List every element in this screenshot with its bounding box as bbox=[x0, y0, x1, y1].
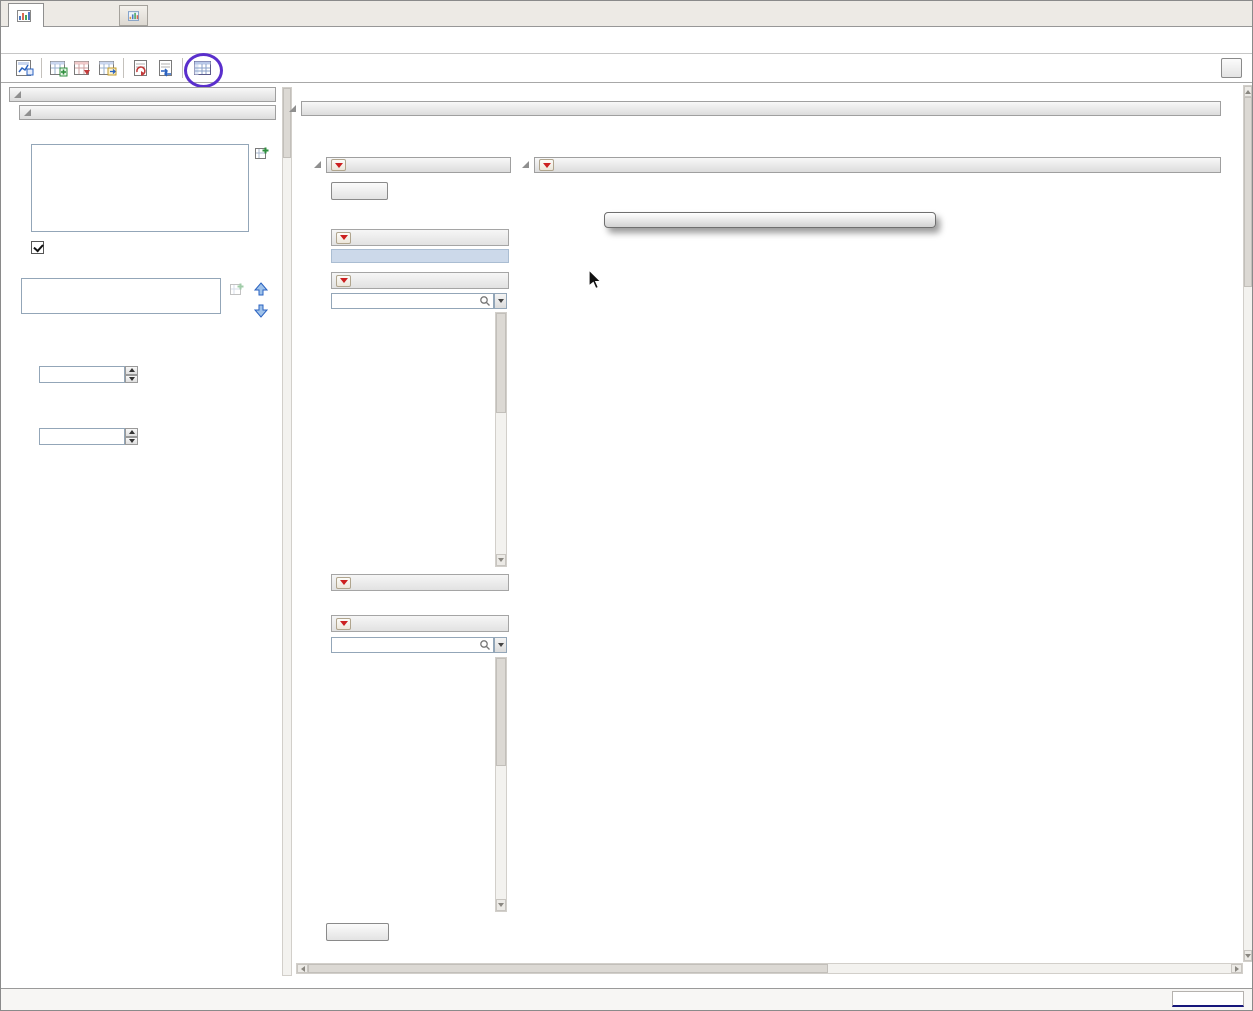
distribution-tab-icon bbox=[128, 10, 139, 22]
alpha-stepper bbox=[39, 428, 138, 445]
disclosure-icon[interactable] bbox=[314, 161, 321, 168]
findings-tests-listbox[interactable] bbox=[31, 144, 249, 232]
mouse-cursor bbox=[587, 269, 603, 291]
add-visit-icon[interactable] bbox=[228, 280, 246, 298]
red-triangle-menu-icon[interactable] bbox=[336, 232, 351, 244]
parameter-search-dropdown[interactable] bbox=[494, 637, 507, 653]
options-header[interactable] bbox=[9, 87, 276, 102]
parameter-list-scrollbar[interactable] bbox=[495, 657, 507, 912]
section-filter-header[interactable] bbox=[326, 157, 511, 173]
combine-tables-icon[interactable] bbox=[71, 57, 94, 79]
subjects-spinner[interactable] bbox=[125, 366, 138, 383]
alpha-input[interactable] bbox=[40, 429, 124, 444]
volcano-plot bbox=[531, 196, 1111, 684]
tab-strip bbox=[1, 1, 1252, 27]
site-filter-header[interactable] bbox=[331, 272, 509, 289]
disclosure-icon[interactable] bbox=[522, 161, 529, 168]
volcano-outline-header[interactable] bbox=[301, 101, 1221, 116]
search-icon bbox=[479, 639, 491, 651]
tab-screening-bias[interactable] bbox=[8, 3, 44, 27]
toolbar-separator bbox=[182, 58, 183, 78]
country-filter-header[interactable] bbox=[331, 229, 509, 246]
study-badge[interactable] bbox=[1172, 991, 1244, 1007]
export-table-icon[interactable] bbox=[96, 57, 119, 79]
parameter-filter-header[interactable] bbox=[331, 615, 509, 632]
visits-listbox[interactable] bbox=[21, 278, 221, 314]
volcano-plot-header[interactable] bbox=[534, 157, 1221, 173]
red-triangle-menu-icon[interactable] bbox=[336, 275, 351, 287]
disclosure-icon[interactable] bbox=[24, 109, 31, 116]
toolbar-separator bbox=[41, 58, 42, 78]
move-down-icon[interactable] bbox=[252, 302, 270, 320]
disclosure-icon[interactable] bbox=[14, 91, 21, 98]
consider-variables-row[interactable] bbox=[31, 241, 50, 254]
new-data-table-icon[interactable] bbox=[47, 57, 70, 79]
subjects-stepper bbox=[39, 366, 138, 383]
tab-distribution[interactable] bbox=[119, 5, 148, 26]
toolbar bbox=[1, 54, 1252, 83]
consider-variables-checkbox[interactable] bbox=[31, 241, 44, 254]
site-search-box bbox=[331, 293, 494, 309]
hover-tooltip bbox=[604, 212, 936, 228]
main-horizontal-scrollbar[interactable] bbox=[296, 963, 1243, 974]
red-triangle-menu-icon[interactable] bbox=[336, 577, 351, 589]
clear-button[interactable] bbox=[331, 182, 388, 200]
country-selected-value[interactable] bbox=[331, 249, 509, 263]
red-triangle-menu-icon[interactable] bbox=[331, 159, 346, 171]
visit-item[interactable] bbox=[22, 281, 220, 283]
and-button[interactable] bbox=[326, 923, 389, 941]
report-tab-icon bbox=[17, 10, 31, 22]
parameter-search-box bbox=[331, 637, 494, 653]
rerun-icon[interactable] bbox=[130, 57, 153, 79]
left-panel-scrollbar[interactable] bbox=[282, 87, 292, 976]
journal-icon[interactable] bbox=[13, 57, 36, 79]
status-bar bbox=[1, 988, 1252, 1010]
disclosure-icon[interactable] bbox=[289, 105, 296, 112]
search-icon bbox=[479, 295, 491, 307]
site-search-dropdown[interactable] bbox=[494, 293, 507, 309]
site-search-input[interactable] bbox=[332, 295, 479, 307]
main-vertical-scrollbar[interactable] bbox=[1243, 85, 1253, 962]
red-triangle-menu-icon[interactable] bbox=[539, 159, 554, 171]
alpha-spinner[interactable] bbox=[125, 428, 138, 445]
move-up-icon[interactable] bbox=[252, 280, 270, 298]
domain-filter-header[interactable] bbox=[331, 574, 509, 591]
show-data-table-icon[interactable] bbox=[191, 57, 214, 79]
relaunch-analysis-icon[interactable] bbox=[155, 57, 178, 79]
toolbar-separator bbox=[123, 58, 124, 78]
screening-bias-window bbox=[0, 0, 1253, 1011]
parameter-search-input[interactable] bbox=[332, 639, 479, 651]
red-triangle-menu-icon[interactable] bbox=[336, 618, 351, 630]
add-findings-icon[interactable] bbox=[253, 144, 271, 162]
data-header[interactable] bbox=[19, 105, 276, 120]
site-list-scrollbar[interactable] bbox=[495, 312, 507, 567]
subjects-input[interactable] bbox=[40, 367, 124, 382]
help-button[interactable] bbox=[1221, 58, 1242, 78]
